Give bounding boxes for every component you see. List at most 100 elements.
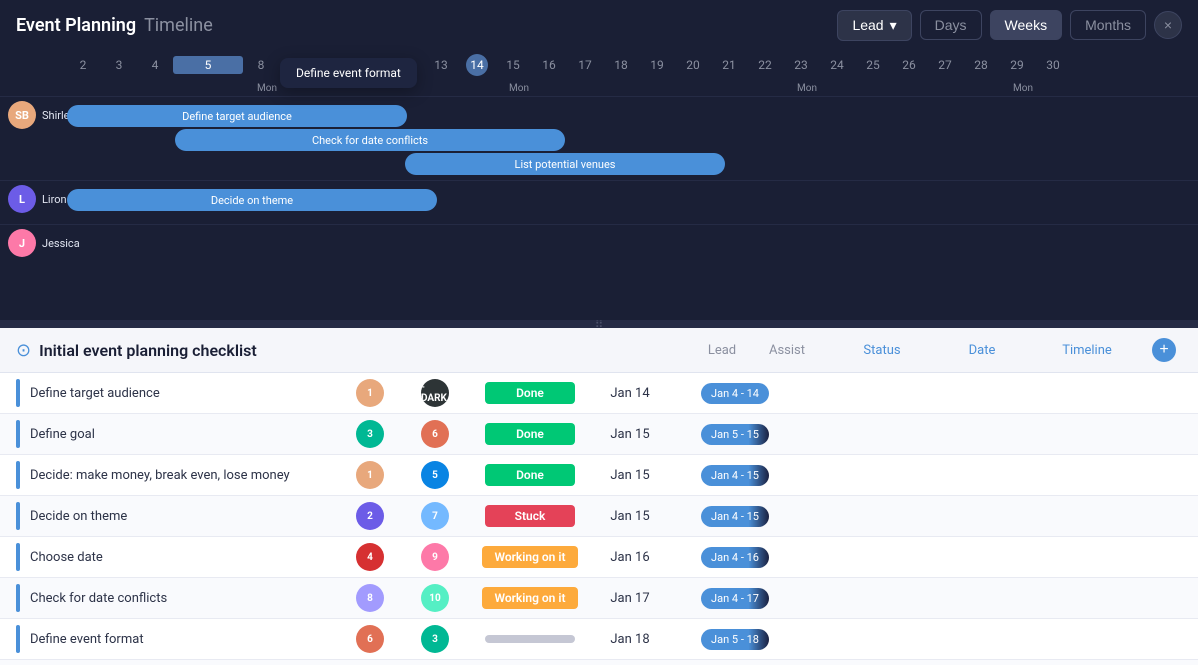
header: Event Planning Timeline Lead ▾ Days Week…	[0, 0, 1198, 50]
day-num: 28	[963, 58, 999, 72]
timeline-bar[interactable]: Decide on theme	[67, 189, 437, 211]
task-assist-avatar[interactable]: 10	[400, 584, 470, 612]
app-subtitle: Timeline	[144, 15, 213, 36]
task-status[interactable]: Working on it	[470, 587, 590, 609]
lead-avatar[interactable]: 1	[356, 379, 384, 407]
task-timeline: Jan 5 - 15	[670, 424, 800, 445]
row-color-bar	[16, 379, 20, 407]
assist-avatar[interactable]: 5	[421, 461, 449, 489]
day-num: 18	[603, 58, 639, 72]
assist-avatar[interactable]: 3	[421, 625, 449, 653]
status-badge[interactable]: Working on it	[482, 587, 577, 609]
status-badge[interactable]: Working on it	[482, 546, 577, 568]
day-num: 4	[137, 58, 173, 72]
task-lead-avatar[interactable]: 1	[340, 461, 400, 489]
task-status[interactable]: Working on it	[470, 546, 590, 568]
status-badge[interactable]: Done	[485, 423, 575, 445]
task-assist-avatar[interactable]: 7	[400, 502, 470, 530]
table-row: Outline venue requirements 5 -GRAY Done …	[0, 660, 1198, 665]
lead-avatar[interactable]: 8	[356, 584, 384, 612]
day-num: 26	[891, 58, 927, 72]
task-status[interactable]: Stuck	[470, 505, 590, 527]
task-status[interactable]: Done	[470, 464, 590, 486]
col-header-timeline: Timeline	[1022, 343, 1152, 358]
add-column-icon[interactable]: +	[1152, 338, 1176, 362]
task-name: Define event format	[30, 632, 340, 647]
close-button[interactable]: ×	[1154, 11, 1182, 39]
mon-label: Mon	[501, 83, 537, 94]
status-badge[interactable]: Done	[485, 382, 575, 404]
row-color-bar	[16, 461, 20, 489]
task-assist-avatar[interactable]: 6	[400, 420, 470, 448]
task-assist-avatar[interactable]: 9	[400, 543, 470, 571]
day-num: 24	[819, 58, 855, 72]
status-badge[interactable]: Stuck	[485, 505, 575, 527]
day-num: 23	[783, 58, 819, 72]
status-badge[interactable]	[485, 635, 575, 643]
row-color-bar	[16, 543, 20, 571]
avatar-jessica: J	[8, 229, 36, 257]
task-lead-avatar[interactable]: 8	[340, 584, 400, 612]
months-button[interactable]: Months	[1070, 10, 1146, 40]
task-lead-avatar[interactable]: 3	[340, 420, 400, 448]
day-num: 16	[531, 58, 567, 72]
task-date: Jan 16	[590, 550, 670, 565]
bars-container	[65, 229, 1198, 257]
col-header-status: Status	[822, 343, 942, 358]
day-num: 2	[65, 58, 101, 72]
task-status[interactable]: Done	[470, 423, 590, 445]
timeline-bar[interactable]: Check for date conflicts	[175, 129, 565, 151]
add-column-button[interactable]: +	[1152, 338, 1182, 362]
table-header: ⊙ Initial event planning checklist Lead …	[0, 328, 1198, 373]
task-name: Check for date conflicts	[30, 591, 340, 606]
day-num: 13	[423, 58, 459, 72]
mon-label: Mon	[1005, 83, 1041, 94]
lead-avatar[interactable]: 2	[356, 502, 384, 530]
row-color-bar	[16, 625, 20, 653]
task-name: Define goal	[30, 427, 340, 442]
mon-label: Mon	[249, 83, 285, 94]
task-name: Choose date	[30, 550, 340, 565]
task-assist-avatar[interactable]: 5	[400, 461, 470, 489]
days-button[interactable]: Days	[920, 10, 982, 40]
divider[interactable]: ⠿	[0, 320, 1198, 328]
table-section: ⊙ Initial event planning checklist Lead …	[0, 328, 1198, 665]
assist-avatar[interactable]: 6	[421, 420, 449, 448]
mon-labels-row: Mon Mon Mon Mon	[0, 80, 1198, 96]
bars-container: Decide on theme	[65, 185, 1198, 220]
assist-avatar[interactable]: 7	[421, 502, 449, 530]
task-status[interactable]	[470, 635, 590, 643]
day-num: 19	[639, 58, 675, 72]
task-lead-avatar[interactable]: 4	[340, 543, 400, 571]
lead-avatar[interactable]: 4	[356, 543, 384, 571]
close-icon: ×	[1164, 17, 1172, 33]
task-timeline: Jan 4 - 16	[670, 547, 800, 568]
lead-button[interactable]: Lead ▾	[837, 10, 911, 41]
lead-avatar[interactable]: 6	[356, 625, 384, 653]
timeline-pill: Jan 4 - 16	[701, 547, 769, 568]
timeline-section: Event Planning Timeline Lead ▾ Days Week…	[0, 0, 1198, 320]
task-timeline: Jan 4 - 15	[670, 506, 800, 527]
task-lead-avatar[interactable]: 2	[340, 502, 400, 530]
lead-avatar[interactable]: 1	[356, 461, 384, 489]
assist-avatar[interactable]: 9	[421, 543, 449, 571]
timeline-bar[interactable]: Define target audience	[67, 105, 407, 127]
table-row: Decide on theme 2 7 Stuck Jan 15 Jan 4 -…	[0, 496, 1198, 537]
person-name: Liron	[42, 193, 67, 206]
section-expand-icon[interactable]: ⊙	[16, 340, 31, 361]
task-assist-avatar[interactable]: 3	[400, 625, 470, 653]
task-lead-avatar[interactable]: 1	[340, 379, 400, 407]
task-timeline: Jan 4 - 15	[670, 465, 800, 486]
table-row: Define target audience 1 -DARK Done Jan …	[0, 373, 1198, 414]
table-row: Define goal 3 6 Done Jan 15 Jan 5 - 15	[0, 414, 1198, 455]
weeks-button[interactable]: Weeks	[990, 10, 1063, 40]
timeline-bar[interactable]: List potential venues	[405, 153, 725, 175]
person-label: J Jessica	[0, 229, 65, 257]
task-status[interactable]: Done	[470, 382, 590, 404]
assist-avatar[interactable]: 10	[421, 584, 449, 612]
status-badge[interactable]: Done	[485, 464, 575, 486]
assist-avatar[interactable]: -DARK	[421, 379, 449, 407]
task-lead-avatar[interactable]: 6	[340, 625, 400, 653]
lead-avatar[interactable]: 3	[356, 420, 384, 448]
task-assist-avatar[interactable]: -DARK	[400, 379, 470, 407]
